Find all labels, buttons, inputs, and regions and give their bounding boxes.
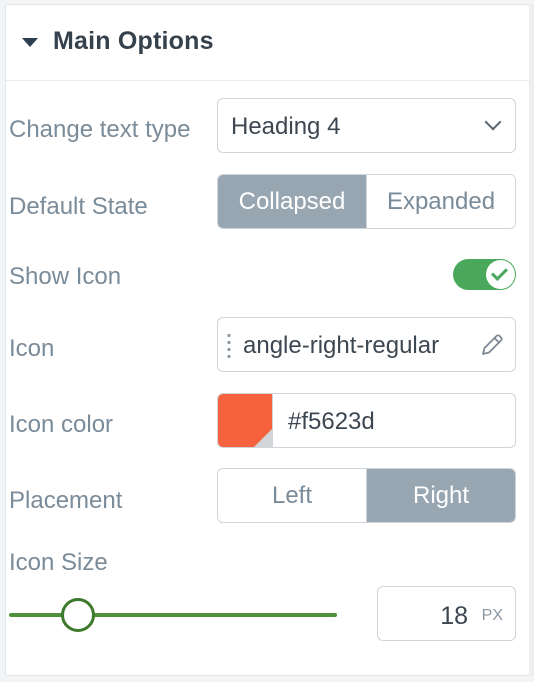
icon-label: Icon	[9, 335, 55, 362]
icon-color-picker[interactable]: #f5623d	[217, 393, 516, 448]
icon-size-slider-thumb[interactable]	[61, 598, 95, 632]
drag-handle-icon[interactable]	[227, 332, 231, 358]
icon-value: angle-right-regular	[243, 332, 440, 359]
swatch-corner	[254, 429, 272, 447]
panel-title: Main Options	[53, 27, 214, 55]
default-state-label: Default State	[9, 193, 148, 220]
scrollbar[interactable]	[529, 4, 534, 676]
icon-size-input[interactable]: 18 PX	[377, 586, 516, 641]
icon-size-slider-track[interactable]	[9, 613, 337, 617]
placement-label: Placement	[9, 487, 123, 514]
placement-toggle: Left Right	[217, 468, 516, 523]
switch-knob	[486, 260, 515, 289]
left-option[interactable]: Left	[218, 469, 366, 522]
text-type-label: Change text type	[9, 116, 191, 143]
icon-size-value: 18	[440, 602, 468, 630]
chevron-down-icon	[484, 113, 502, 131]
checkmark-icon	[491, 264, 508, 281]
text-type-value: Heading 4	[231, 113, 341, 140]
show-icon-switch[interactable]	[453, 259, 516, 290]
icon-size-label: Icon Size	[9, 549, 108, 576]
icon-size-unit: PX	[481, 607, 503, 624]
color-hex-value[interactable]: #f5623d	[288, 408, 375, 436]
default-state-toggle: Collapsed Expanded	[217, 174, 516, 229]
show-icon-label: Show Icon	[9, 263, 122, 290]
text-type-select[interactable]: Heading 4	[217, 98, 516, 153]
expanded-option[interactable]: Expanded	[366, 175, 515, 228]
icon-picker[interactable]: angle-right-regular	[217, 317, 516, 372]
collapsed-option[interactable]: Collapsed	[218, 175, 366, 228]
caret-down-icon[interactable]	[22, 38, 38, 47]
right-option[interactable]: Right	[366, 469, 515, 522]
color-swatch[interactable]	[218, 394, 273, 447]
panel-header[interactable]: Main Options	[6, 5, 529, 81]
pencil-icon[interactable]	[479, 332, 505, 358]
icon-color-label: Icon color	[9, 411, 114, 438]
